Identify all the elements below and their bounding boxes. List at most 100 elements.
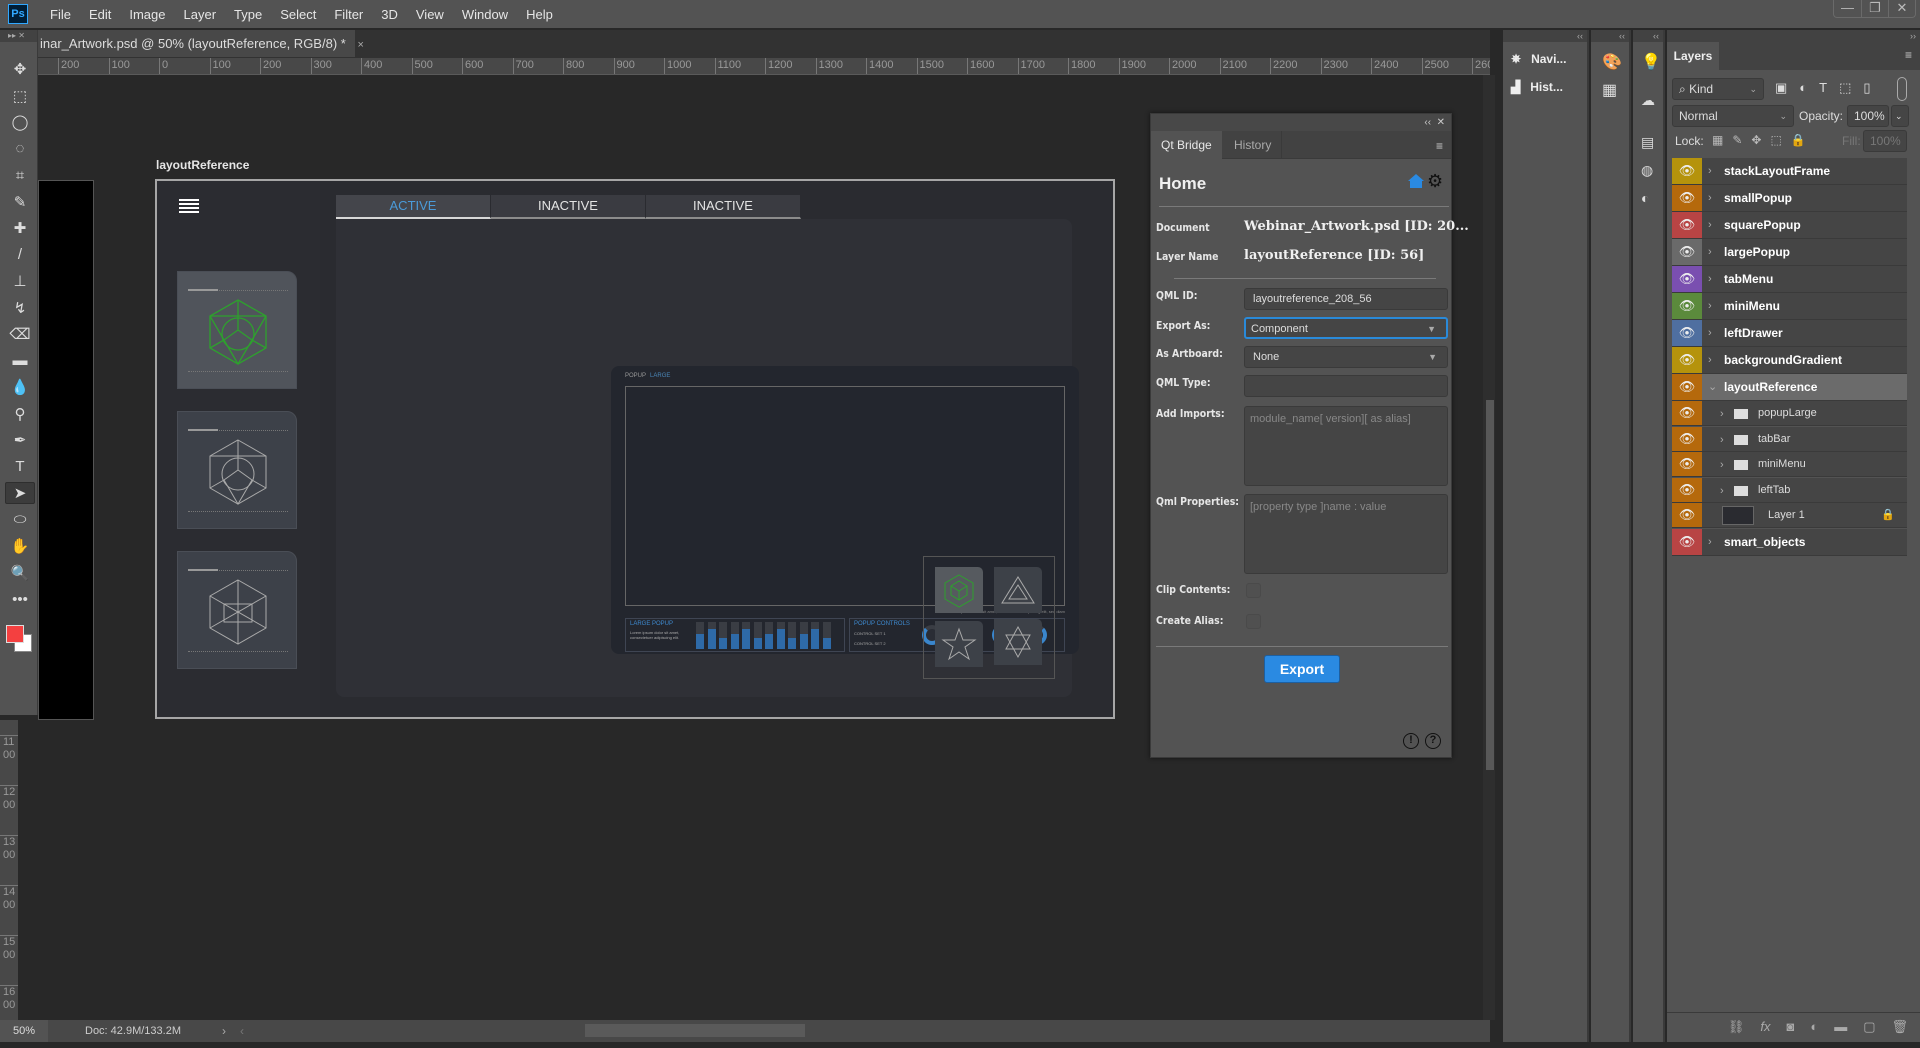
layer-row[interactable]: 👁 › miniMenu [1672,293,1907,320]
chevron-right-icon[interactable]: › [1708,320,1712,347]
layer-row[interactable]: 👁 › backgroundGradient [1672,347,1907,374]
info-icon[interactable]: ! [1403,733,1419,749]
help-icon[interactable]: ? [1425,733,1441,749]
layer-filter-icons[interactable]: ▣◐T⬚▯ [1775,80,1883,96]
menu-image[interactable]: Image [129,7,165,22]
lightbulb-icon[interactable]: 💡 [1641,52,1661,72]
new-layer-icon[interactable]: ▢ [1863,1019,1875,1035]
filter-toggle[interactable] [1897,77,1907,101]
chevron-right-icon[interactable]: › [1708,158,1712,185]
tab-inactive[interactable]: INACTIVE [491,195,646,219]
gear-icon[interactable]: ⚙ [1427,172,1445,190]
layer-row[interactable]: 👁 › leftTab [1672,477,1907,505]
chevron-right-icon[interactable]: › [1708,293,1712,320]
tab-layers[interactable]: Layers [1667,42,1719,70]
chevron-right-icon[interactable]: › [1708,185,1712,212]
navigator-panel-button[interactable]: ✵ Navi... [1511,52,1566,66]
blend-mode-select[interactable]: Normal ⌄ [1672,105,1794,127]
stamp-tool-icon[interactable]: ⊥ [5,270,35,292]
scroll-left-icon[interactable]: ‹ [240,1020,244,1042]
adjustments-icon[interactable]: ◐ [1641,190,1649,206]
menu-select[interactable]: Select [280,7,316,22]
visibility-eye-icon[interactable]: 👁 [1672,293,1702,319]
visibility-eye-icon[interactable]: 👁 [1672,426,1702,451]
qml-properties-textarea[interactable]: [property type ]name : value [1244,494,1448,574]
eyedropper-tool-icon[interactable]: ✎ [5,191,35,213]
add-mask-icon[interactable]: ◙ [1786,1019,1794,1034]
artboard-layout-reference[interactable]: ACTIVE INACTIVE INACTIVE POPUPLARGE Lore… [155,179,1115,719]
menu-3d[interactable]: 3D [381,7,398,22]
visibility-eye-icon[interactable]: 👁 [1672,374,1702,400]
visibility-eye-icon[interactable]: 👁 [1672,185,1702,211]
artboard-label[interactable]: layoutReference [156,158,249,172]
dodge-tool-icon[interactable]: ⚲ [5,403,35,425]
lock-icons[interactable]: ▦✎✥⬚🔒 [1712,133,1815,147]
document-size-info[interactable]: Doc: 42.9M/133.2M [85,1020,181,1042]
layer-row[interactable]: 👁 › squarePopup [1672,212,1907,239]
delete-layer-icon[interactable]: 🗑 [1891,1019,1908,1035]
layer-row[interactable]: 👁 › stackLayoutFrame [1672,158,1907,185]
fill-input[interactable]: 100% [1863,130,1907,152]
close-window-button[interactable]: ✕ [1888,0,1915,17]
tab-qt-bridge[interactable]: Qt Bridge [1151,131,1222,159]
chevron-right-icon[interactable]: › [1708,347,1712,374]
visibility-eye-icon[interactable]: 👁 [1672,239,1702,265]
visibility-eye-icon[interactable]: 👁 [1672,347,1702,373]
creative-cloud-icon[interactable]: ☁ [1641,92,1655,109]
layer-row[interactable]: 👁 ⌄ layoutReference [1672,374,1907,401]
restore-button[interactable]: ❐ [1861,0,1888,17]
chevron-right-icon[interactable]: › [1708,239,1712,266]
new-group-icon[interactable]: ▬ [1834,1019,1847,1034]
marquee-tool-icon[interactable]: ⬚ [5,85,35,107]
tab-inactive[interactable]: INACTIVE [646,195,801,219]
chevron-down-icon[interactable]: ⌄ [1708,374,1717,401]
as-artboard-select[interactable]: None ▼ [1244,346,1448,368]
menu-file[interactable]: File [50,7,71,22]
chevron-right-icon[interactable]: › [1708,212,1712,239]
minimize-button[interactable]: — [1834,0,1861,17]
menu-layer[interactable]: Layer [184,7,217,22]
visibility-eye-icon[interactable]: 👁 [1672,452,1702,476]
document-tab[interactable]: inar_Artwork.psd @ 50% (layoutReference,… [20,30,364,57]
collapse-icon[interactable]: ‹‹ [1591,30,1629,42]
menu-type[interactable]: Type [234,7,262,22]
layer-row[interactable]: 👁 › leftDrawer [1672,320,1907,347]
add-imports-textarea[interactable]: module_name[ version][ as alias] [1244,406,1448,486]
visibility-eye-icon[interactable]: 👁 [1672,528,1702,555]
chevron-right-icon[interactable]: › [1708,529,1712,556]
zoom-tool-icon[interactable]: 🔍 [5,562,35,584]
menu-view[interactable]: View [416,7,444,22]
visibility-eye-icon[interactable]: 👁 [1672,212,1702,238]
menu-filter[interactable]: Filter [334,7,363,22]
layer-row[interactable]: 👁 › miniMenu [1672,452,1907,477]
chevron-right-icon[interactable]: › [1720,478,1724,505]
clip-contents-checkbox[interactable] [1246,583,1261,598]
visibility-eye-icon[interactable]: 👁 [1672,401,1702,425]
histogram-panel-button[interactable]: ▟ Hist... [1511,80,1563,94]
menu-window[interactable]: Window [462,7,508,22]
opacity-dropdown[interactable]: ⌄ [1891,105,1909,127]
visibility-eye-icon[interactable]: 👁 [1672,503,1702,527]
quick-select-tool-icon[interactable]: ◌ [5,138,35,160]
link-layers-icon[interactable]: ⛓ [1728,1019,1745,1035]
horizontal-scrollbar-thumb[interactable] [585,1024,805,1037]
vertical-scrollbar-thumb[interactable] [1486,400,1494,770]
expand-icon[interactable]: ›› [1667,30,1920,42]
visibility-eye-icon[interactable]: 👁 [1672,320,1702,346]
layer-row[interactable]: 👁 › tabBar [1672,426,1907,452]
create-alias-checkbox[interactable] [1246,614,1261,629]
foreground-color-swatch[interactable] [6,625,24,643]
layer-row[interactable]: 👁 › popupLarge [1672,401,1907,426]
tab-active[interactable]: ACTIVE [336,195,491,219]
properties-icon[interactable]: ▤ [1641,134,1654,151]
panel-header[interactable]: ‹‹ ✕ [1151,114,1451,131]
qml-type-input[interactable] [1244,375,1448,397]
path-select-tool-icon[interactable]: ➤ [5,482,35,504]
opacity-input[interactable]: 100% [1847,105,1889,127]
more-tool-icon[interactable]: ••• [5,588,35,610]
chevron-right-icon[interactable]: › [1708,266,1712,293]
healing-tool-icon[interactable]: ✚ [5,217,35,239]
ellipse-tool-icon[interactable]: ⬭ [5,509,35,531]
grid-icon[interactable]: ▦ [1602,80,1617,100]
panel-menu-icon[interactable]: ≡ [1905,48,1912,62]
